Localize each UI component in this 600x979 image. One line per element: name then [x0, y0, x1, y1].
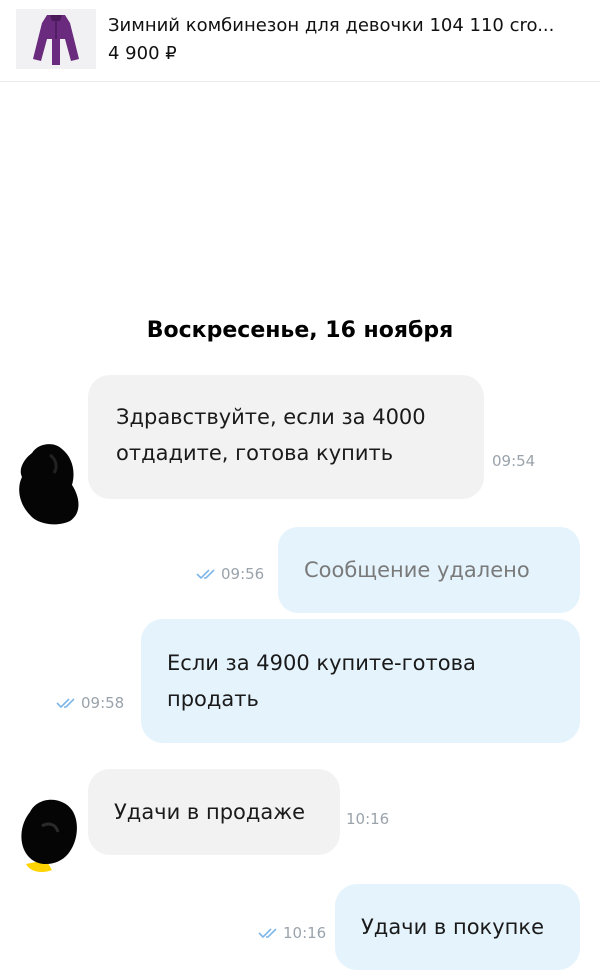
- message-meta: 09:56: [196, 565, 264, 583]
- message-bubble-outgoing[interactable]: Если за 4900 купите-готова продать: [141, 619, 580, 743]
- message-text: Здравствуйте, если за 4000: [116, 405, 426, 429]
- message-text: Удачи в продаже: [114, 800, 306, 824]
- product-price: 4 900 ₽: [108, 43, 177, 64]
- message-text: Удачи в покупке: [361, 915, 544, 939]
- product-title: Зимний комбинезон для девочки 104 110 cr…: [108, 15, 555, 36]
- jumpsuit-image: [16, 9, 96, 69]
- message-time: 09:56: [221, 565, 265, 583]
- message-meta: 09:58: [56, 694, 124, 712]
- double-check-icon: [258, 927, 280, 939]
- message-text: Сообщение удалено: [304, 558, 530, 582]
- message-bubble-incoming[interactable]: Здравствуйте, если за 4000 отдадите, гот…: [88, 375, 484, 499]
- message-time: 09:58: [81, 694, 125, 712]
- message-time: 10:16: [346, 810, 390, 828]
- avatar[interactable]: [12, 790, 82, 876]
- double-check-icon: [56, 697, 78, 709]
- message-bubble-outgoing-deleted[interactable]: Сообщение удалено: [278, 527, 580, 613]
- message-meta: 10:16: [258, 924, 326, 942]
- message-text: Если за 4900 купите-готова: [167, 651, 476, 675]
- double-check-icon: [196, 568, 218, 580]
- avatar[interactable]: [10, 435, 82, 527]
- message-time: 10:16: [283, 924, 327, 942]
- message-bubble-outgoing[interactable]: Удачи в покупке: [335, 884, 580, 970]
- date-separator: Воскресенье, 16 ноября: [146, 318, 454, 343]
- message-time: 09:54: [492, 452, 536, 470]
- message-text: отдадите, готова купить: [116, 441, 394, 465]
- product-header[interactable]: Зимний комбинезон для девочки 104 110 cr…: [0, 0, 600, 82]
- message-text: продать: [167, 687, 259, 711]
- message-bubble-incoming[interactable]: Удачи в продаже: [88, 769, 340, 855]
